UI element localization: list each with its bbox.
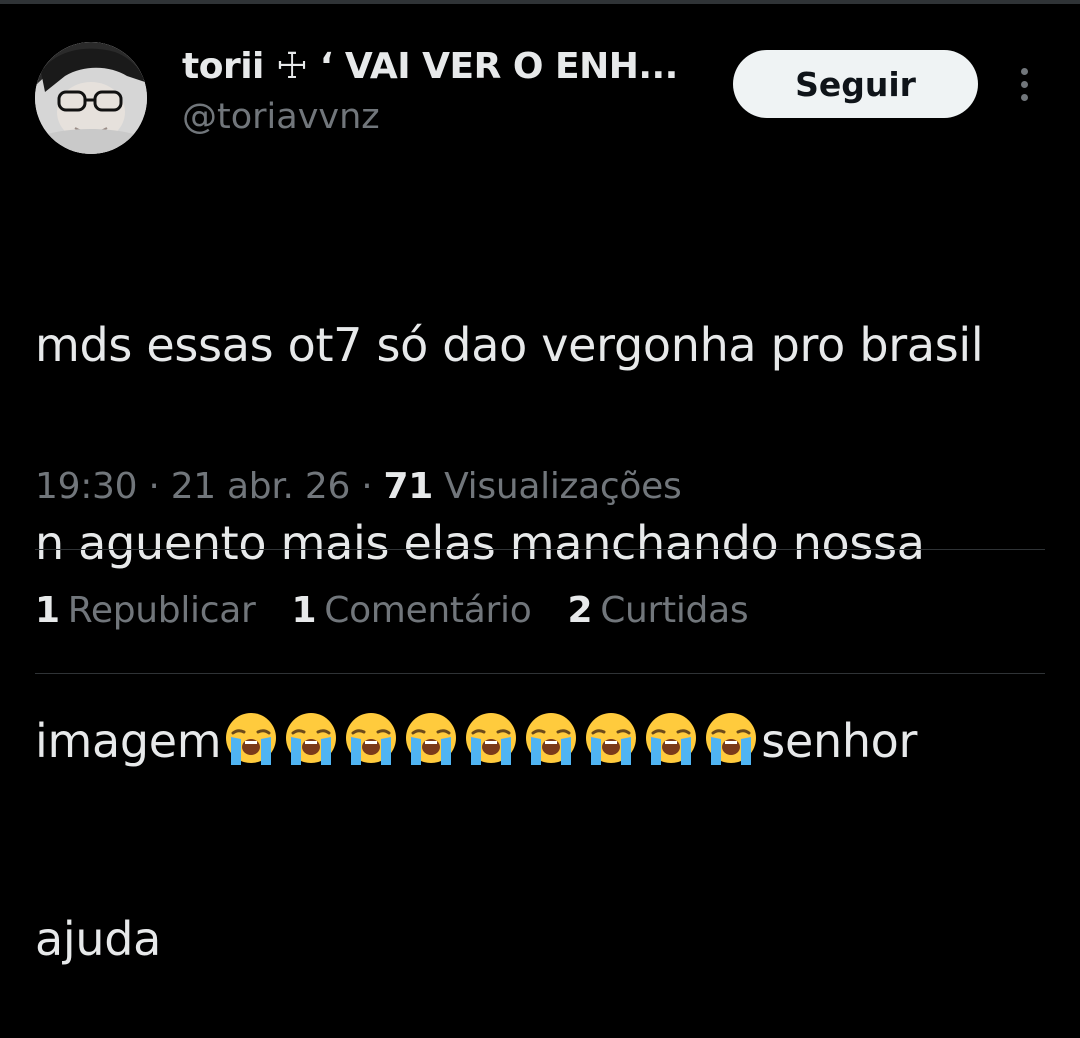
loudly-crying-face-icon	[706, 713, 757, 765]
comments-count: 1	[291, 590, 317, 631]
loudly-crying-face-icon	[286, 713, 337, 765]
divider	[35, 673, 1045, 674]
comments-label: Comentário	[324, 590, 532, 631]
tweet-meta: 19:30 · 21 abr. 26 · 71 Visualizações	[35, 466, 682, 507]
tweet-line: n aguento mais elas manchando nossa	[35, 516, 925, 570]
reposts-count: 1	[35, 590, 60, 631]
author-display-name[interactable]: torii ☩ ‘ VAI VER O ENH...	[182, 46, 678, 87]
avatar[interactable]	[35, 42, 147, 154]
loudly-crying-face-icon	[226, 713, 277, 765]
comments-stat[interactable]: 1 Comentário	[291, 590, 531, 631]
loudly-crying-face-icon	[646, 713, 697, 765]
loudly-crying-face-icon	[526, 713, 577, 765]
tweet-time[interactable]: 19:30	[35, 466, 138, 507]
emoji-row	[221, 711, 761, 767]
tweet-line: mds essas ot7 só dao vergonha pro brasil	[35, 318, 984, 372]
views-count: 71	[383, 466, 433, 507]
loudly-crying-face-icon	[466, 713, 517, 765]
divider	[35, 549, 1045, 550]
meta-separator: ·	[350, 466, 384, 507]
meta-separator: ·	[137, 466, 171, 507]
reposts-label: Republicar	[67, 590, 256, 631]
author-handle[interactable]: @toriavvnz	[182, 97, 380, 137]
tweet-line: imagem senhor	[35, 708, 1045, 774]
loudly-crying-face-icon	[406, 713, 457, 765]
tweet-line: ajuda	[35, 912, 162, 966]
tweet-date[interactable]: 21 abr. 26	[171, 466, 351, 507]
follow-button[interactable]: Seguir	[733, 50, 978, 118]
engagement-stats: 1 Republicar 1 Comentário 2 Curtidas	[35, 590, 749, 631]
avatar-image	[35, 42, 147, 154]
reposts-stat[interactable]: 1 Republicar	[35, 590, 256, 631]
likes-label: Curtidas	[600, 590, 749, 631]
likes-stat[interactable]: 2 Curtidas	[567, 590, 748, 631]
loudly-crying-face-icon	[586, 713, 637, 765]
views-label: Visualizações	[444, 466, 682, 507]
tweet-text-fragment: senhor	[761, 714, 918, 768]
loudly-crying-face-icon	[346, 713, 397, 765]
likes-count: 2	[567, 590, 593, 631]
top-divider	[0, 0, 1080, 4]
tweet-text-fragment: imagem	[35, 714, 222, 768]
more-vertical-icon[interactable]	[1006, 60, 1042, 108]
